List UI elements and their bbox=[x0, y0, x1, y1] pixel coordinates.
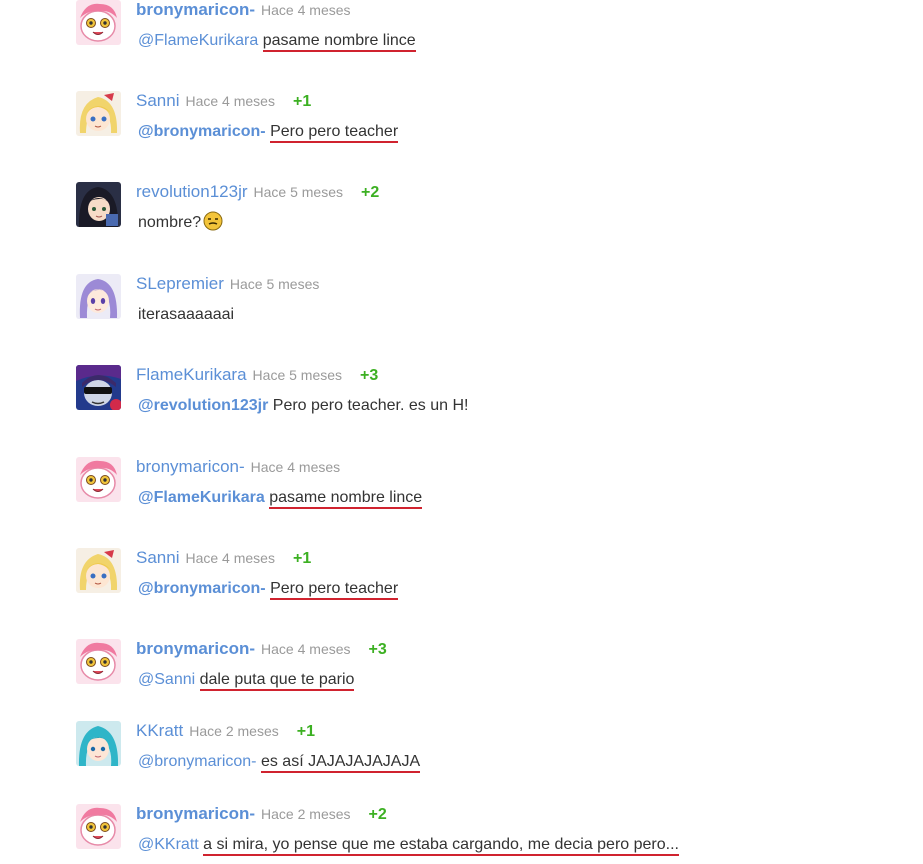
comment-text: pasame nombre lince bbox=[269, 489, 423, 509]
comment-item: revolution123jr Hace 5 meses +2 nombre? bbox=[76, 182, 896, 242]
timestamp: Hace 2 meses bbox=[189, 723, 279, 739]
comment-text: es así JAJAJAJAJAJA bbox=[260, 753, 421, 773]
pink-pony-avatar-icon bbox=[76, 639, 121, 684]
comment-text: dale puta que te pario bbox=[199, 671, 355, 691]
mention-link[interactable]: @FlameKurikara bbox=[138, 32, 258, 49]
avatar[interactable] bbox=[76, 639, 121, 684]
mention-link[interactable]: @bronymaricon- bbox=[138, 753, 257, 770]
timestamp: Hace 4 meses bbox=[185, 93, 275, 109]
avatar[interactable] bbox=[76, 804, 121, 849]
comment-body: iterasaaaaaai bbox=[138, 303, 234, 327]
comment-body: @Sanni dale puta que te pario bbox=[138, 668, 355, 692]
comment-item: bronymaricon- Hace 4 meses @FlameKurikara… bbox=[76, 0, 896, 60]
vote-count: +3 bbox=[360, 367, 379, 384]
comment-item: KKratt Hace 2 meses +1 @bronymaricon- es a… bbox=[76, 721, 896, 781]
comment-body: @FlameKurikara pasame nombre lince bbox=[138, 486, 423, 510]
sunglasses-character-avatar-icon bbox=[76, 365, 121, 410]
timestamp: Hace 4 meses bbox=[261, 641, 351, 657]
comment-item: Sanni Hace 4 meses +1 @bronymaricon- Pero … bbox=[76, 91, 896, 151]
blonde-girl-avatar-icon bbox=[76, 548, 121, 593]
username-link[interactable]: SLepremier bbox=[136, 274, 224, 293]
comment-item: FlameKurikara Hace 5 meses +3 @revolution1… bbox=[76, 365, 896, 425]
pink-pony-avatar-icon bbox=[76, 804, 121, 849]
mention-link[interactable]: @KKratt bbox=[138, 836, 199, 853]
vote-count: +1 bbox=[292, 93, 312, 110]
comment-header: bronymaricon- Hace 4 meses +3 bbox=[136, 637, 387, 661]
avatar[interactable] bbox=[76, 457, 121, 502]
comment-item: Sanni Hace 4 meses +1 @bronymaricon- Pero … bbox=[76, 548, 896, 608]
timestamp: Hace 4 meses bbox=[185, 550, 275, 566]
username-link[interactable]: KKratt bbox=[136, 721, 183, 740]
comment-header: FlameKurikara Hace 5 meses +3 bbox=[136, 363, 378, 387]
pink-pony-avatar-icon bbox=[76, 457, 121, 502]
comment-header: Sanni Hace 4 meses +1 bbox=[136, 89, 311, 113]
comment-header: bronymaricon- Hace 4 meses bbox=[136, 0, 351, 22]
timestamp: Hace 4 meses bbox=[250, 459, 341, 475]
username-link[interactable]: bronymaricon- bbox=[136, 457, 245, 476]
timestamp: Hace 5 meses bbox=[252, 367, 343, 383]
username-link[interactable]: revolution123jr bbox=[136, 182, 248, 201]
vote-count: +1 bbox=[292, 550, 312, 567]
vote-count: +3 bbox=[368, 641, 387, 658]
avatar[interactable] bbox=[76, 365, 121, 410]
meh-face-emoji-icon bbox=[203, 211, 223, 239]
mention-link[interactable]: @Sanni bbox=[138, 671, 195, 688]
comment-item: bronymaricon- Hace 4 meses +3 @Sanni dale … bbox=[76, 639, 896, 699]
comment-text: Pero pero teacher bbox=[270, 580, 399, 600]
mention-link[interactable]: @bronymaricon- bbox=[138, 123, 266, 140]
pink-pony-avatar-icon bbox=[76, 0, 121, 45]
comment-body: @KKratt a si mira, yo pense que me estab… bbox=[138, 833, 679, 857]
avatar[interactable] bbox=[76, 721, 121, 766]
comment-header: bronymaricon- Hace 4 meses bbox=[136, 455, 340, 479]
username-link[interactable]: Sanni bbox=[136, 548, 179, 567]
timestamp: Hace 2 meses bbox=[261, 806, 351, 822]
comment-body: nombre? bbox=[138, 211, 223, 235]
timestamp: Hace 4 meses bbox=[261, 2, 351, 18]
comment-header: revolution123jr Hace 5 meses +2 bbox=[136, 180, 379, 204]
username-link[interactable]: bronymaricon- bbox=[136, 804, 255, 823]
purple-hair-girl-avatar-icon bbox=[76, 274, 121, 319]
comment-body: @bronymaricon- Pero pero teacher bbox=[138, 120, 399, 144]
avatar[interactable] bbox=[76, 0, 121, 45]
username-link[interactable]: bronymaricon- bbox=[136, 639, 255, 658]
vote-count: +1 bbox=[296, 723, 315, 740]
blonde-girl-avatar-icon bbox=[76, 91, 121, 136]
comment-header: SLepremier Hace 5 meses bbox=[136, 272, 319, 296]
comment-body: @bronymaricon- es así JAJAJAJAJAJA bbox=[138, 750, 421, 774]
mention-link[interactable]: @revolution123jr bbox=[138, 397, 268, 414]
comment-item: bronymaricon- Hace 4 meses @FlameKurikara… bbox=[76, 457, 896, 517]
mention-link[interactable]: @bronymaricon- bbox=[138, 580, 266, 597]
comment-body: @bronymaricon- Pero pero teacher bbox=[138, 577, 399, 601]
comment-body: @FlameKurikara pasame nombre lince bbox=[138, 29, 416, 53]
mention-link[interactable]: @FlameKurikara bbox=[138, 489, 265, 506]
comment-text: Pero pero teacher. es un H! bbox=[272, 397, 469, 414]
avatar[interactable] bbox=[76, 91, 121, 136]
username-link[interactable]: Sanni bbox=[136, 91, 179, 110]
avatar[interactable] bbox=[76, 182, 121, 227]
timestamp: Hace 5 meses bbox=[229, 276, 320, 292]
teal-hair-character-avatar-icon bbox=[76, 721, 121, 766]
username-link[interactable]: bronymaricon- bbox=[136, 0, 255, 19]
comment-item: bronymaricon- Hace 2 meses +2 @KKratt a si… bbox=[76, 804, 896, 864]
avatar[interactable] bbox=[76, 274, 121, 319]
avatar[interactable] bbox=[76, 548, 121, 593]
timestamp: Hace 5 meses bbox=[253, 184, 343, 200]
comment-text: nombre? bbox=[138, 214, 202, 231]
comment-body: @revolution123jr Pero pero teacher. es u… bbox=[138, 394, 468, 418]
comment-text: pasame nombre lince bbox=[262, 32, 416, 52]
comment-header: Sanni Hace 4 meses +1 bbox=[136, 546, 311, 570]
comment-item: SLepremier Hace 5 meses iterasaaaaaai bbox=[76, 274, 896, 334]
comment-text: Pero pero teacher bbox=[270, 123, 399, 143]
comment-header: KKratt Hace 2 meses +1 bbox=[136, 719, 315, 743]
comment-text: a si mira, yo pense que me estaba cargan… bbox=[203, 836, 679, 856]
comment-header: bronymaricon- Hace 2 meses +2 bbox=[136, 802, 387, 826]
dark-hair-girl-avatar-icon bbox=[76, 182, 121, 227]
username-link[interactable]: FlameKurikara bbox=[136, 365, 247, 384]
comment-text: iterasaaaaaai bbox=[138, 306, 235, 323]
vote-count: +2 bbox=[361, 184, 380, 201]
vote-count: +2 bbox=[368, 806, 387, 823]
